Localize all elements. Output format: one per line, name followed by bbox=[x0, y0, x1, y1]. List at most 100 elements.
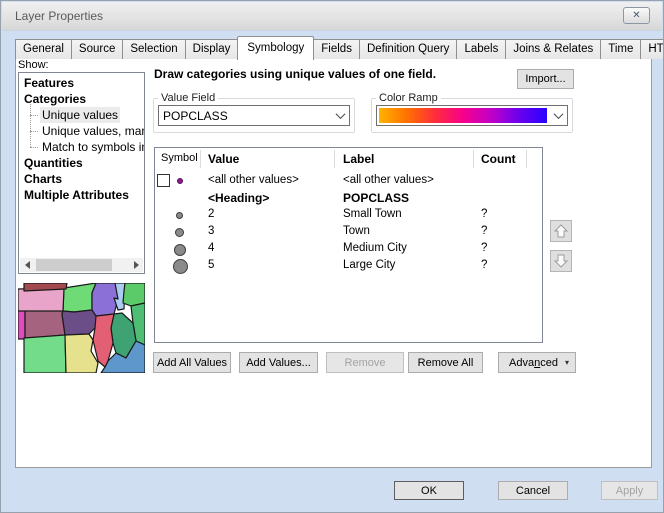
label-cell: <all other values> bbox=[343, 174, 434, 186]
table-row-small-town[interactable]: 2 Small Town ? bbox=[155, 207, 542, 224]
add-all-values-button[interactable]: Add All Values bbox=[153, 352, 231, 373]
tab-html-popup[interactable]: HTML Popup bbox=[640, 39, 664, 59]
scroll-left-icon bbox=[25, 261, 30, 269]
scroll-left-button[interactable] bbox=[20, 258, 34, 272]
symbol-table: Symbol Value Label Count <all other valu… bbox=[154, 147, 543, 343]
show-tree: Features Categories Unique values Unique… bbox=[18, 72, 145, 274]
ok-button[interactable]: OK bbox=[394, 481, 464, 500]
tree-item-multiple-attributes[interactable]: Multiple Attributes bbox=[19, 187, 144, 203]
value-cell: <Heading> bbox=[208, 191, 269, 205]
color-ramp-group: Color Ramp bbox=[371, 92, 573, 133]
value-field-group: Value Field POPCLASS bbox=[153, 92, 355, 133]
state-polygon-wy bbox=[18, 311, 25, 339]
label-cell: POPCLASS bbox=[343, 191, 409, 205]
remove-button[interactable]: Remove bbox=[326, 352, 404, 373]
label-cell: Small Town bbox=[343, 208, 402, 220]
point-symbol-icon bbox=[176, 212, 183, 219]
state-polygon-sd bbox=[18, 288, 64, 313]
tab-time[interactable]: Time bbox=[600, 39, 641, 59]
column-header-symbol: Symbol bbox=[161, 152, 198, 164]
table-row-medium-city[interactable]: 4 Medium City ? bbox=[155, 241, 542, 258]
tab-labels[interactable]: Labels bbox=[456, 39, 506, 59]
draw-categories-heading: Draw categories using unique values of o… bbox=[154, 67, 436, 81]
table-row-heading[interactable]: <Heading> POPCLASS bbox=[155, 190, 542, 207]
count-cell: ? bbox=[481, 259, 487, 271]
tree-item-features[interactable]: Features bbox=[19, 75, 144, 91]
column-header-value: Value bbox=[208, 152, 239, 166]
tree-item-quantities[interactable]: Quantities bbox=[19, 155, 144, 171]
apply-button[interactable]: Apply bbox=[601, 481, 658, 500]
color-ramp-select[interactable] bbox=[376, 105, 568, 126]
state-polygon-mn bbox=[63, 283, 96, 312]
count-cell: ? bbox=[481, 208, 487, 220]
table-row-large-city[interactable]: 5 Large City ? bbox=[155, 258, 542, 275]
label-cell: Medium City bbox=[343, 242, 407, 254]
state-polygon-ne bbox=[25, 311, 65, 338]
tab-strip: General Source Selection Display Symbolo… bbox=[15, 36, 664, 59]
tree-item-unique-values-many[interactable]: Unique values, many bbox=[19, 123, 144, 139]
chevron-down-icon bbox=[335, 109, 345, 119]
tab-joins-relates[interactable]: Joins & Relates bbox=[505, 39, 601, 59]
column-divider bbox=[334, 150, 335, 168]
down-arrow-icon bbox=[553, 253, 569, 269]
tree-item-match-to-symbols[interactable]: Match to symbols in a bbox=[19, 139, 144, 155]
all-other-values-checkbox[interactable] bbox=[157, 174, 170, 187]
color-ramp-gradient bbox=[379, 108, 547, 123]
close-icon: ✕ bbox=[632, 10, 640, 21]
state-polygon-ks bbox=[24, 335, 66, 373]
point-symbol-icon bbox=[177, 178, 183, 184]
column-header-label: Label bbox=[343, 152, 374, 166]
value-cell: <all other values> bbox=[208, 174, 299, 186]
tree-horizontal-scrollbar[interactable] bbox=[20, 258, 143, 272]
column-divider bbox=[473, 150, 474, 168]
point-symbol-icon bbox=[174, 244, 186, 256]
column-divider bbox=[526, 150, 527, 168]
tree-item-unique-values[interactable]: Unique values bbox=[19, 107, 144, 123]
count-cell: ? bbox=[481, 225, 487, 237]
symbol-table-header: Symbol Value Label Count bbox=[155, 148, 542, 170]
move-up-button[interactable] bbox=[550, 220, 572, 242]
tab-display[interactable]: Display bbox=[185, 39, 239, 59]
value-cell: 4 bbox=[208, 242, 214, 254]
tab-general[interactable]: General bbox=[15, 39, 72, 59]
value-cell: 5 bbox=[208, 259, 214, 271]
state-polygon-nd bbox=[24, 283, 67, 291]
cancel-button[interactable]: Cancel bbox=[498, 481, 568, 500]
column-header-count: Count bbox=[481, 152, 516, 166]
value-field-label: Value Field bbox=[158, 92, 218, 104]
scroll-right-icon bbox=[134, 261, 139, 269]
layer-properties-dialog: Layer Properties ✕ General Source Select… bbox=[0, 0, 664, 513]
value-cell: 2 bbox=[208, 208, 214, 220]
tab-fields[interactable]: Fields bbox=[313, 39, 360, 59]
symbology-tab-page: Show: Features Categories Unique values … bbox=[15, 58, 652, 468]
show-label: Show: bbox=[18, 59, 49, 71]
state-polygon-ia bbox=[62, 310, 97, 335]
tab-source[interactable]: Source bbox=[71, 39, 123, 59]
chevron-down-icon bbox=[553, 109, 563, 119]
import-button[interactable]: Import... bbox=[517, 69, 574, 89]
advanced-button[interactable]: Advanced ▾ bbox=[498, 352, 576, 373]
tab-selection[interactable]: Selection bbox=[122, 39, 185, 59]
count-cell: ? bbox=[481, 242, 487, 254]
remove-all-button[interactable]: Remove All bbox=[408, 352, 483, 373]
close-button[interactable]: ✕ bbox=[623, 7, 650, 24]
window-title: Layer Properties bbox=[15, 9, 103, 23]
scroll-right-button[interactable] bbox=[129, 258, 143, 272]
tree-item-charts[interactable]: Charts bbox=[19, 171, 144, 187]
point-symbol-icon bbox=[173, 259, 188, 274]
label-cell: Large City bbox=[343, 259, 395, 271]
tree-item-categories[interactable]: Categories bbox=[19, 91, 144, 107]
table-row-all-other-values[interactable]: <all other values> <all other values> bbox=[155, 173, 542, 190]
scroll-thumb[interactable] bbox=[36, 259, 112, 271]
move-down-button[interactable] bbox=[550, 250, 572, 272]
map-preview bbox=[18, 283, 145, 373]
add-values-button[interactable]: Add Values... bbox=[239, 352, 318, 373]
table-row-town[interactable]: 3 Town ? bbox=[155, 224, 542, 241]
value-field-select[interactable]: POPCLASS bbox=[158, 105, 350, 126]
tab-definition-query[interactable]: Definition Query bbox=[359, 39, 457, 59]
state-polygon-mi bbox=[123, 283, 145, 306]
tab-symbology[interactable]: Symbology bbox=[237, 36, 314, 60]
label-cell: Town bbox=[343, 225, 370, 237]
value-field-value: POPCLASS bbox=[159, 109, 331, 123]
column-divider bbox=[200, 150, 201, 168]
